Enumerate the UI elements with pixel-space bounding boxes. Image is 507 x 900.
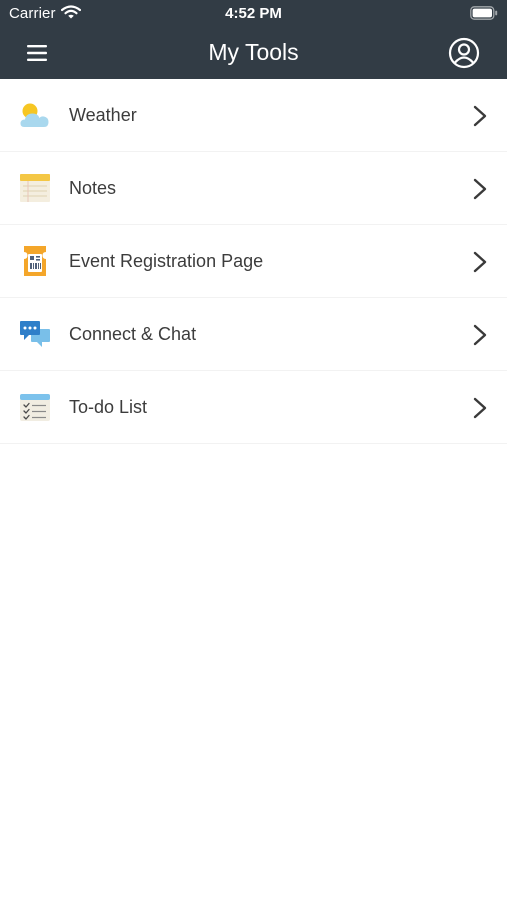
notes-icon bbox=[19, 172, 51, 204]
app-header: Carrier 4:52 PM My Tools bbox=[0, 0, 507, 79]
profile-button[interactable] bbox=[444, 35, 484, 71]
status-time: 4:52 PM bbox=[225, 5, 282, 22]
status-bar: Carrier 4:52 PM bbox=[0, 0, 507, 28]
chevron-right-icon bbox=[471, 177, 489, 201]
chevron-right-icon bbox=[471, 104, 489, 128]
tool-label: Connect & Chat bbox=[69, 324, 197, 344]
page-title: My Tools bbox=[208, 39, 299, 65]
weather-icon bbox=[19, 99, 51, 131]
tool-label: Notes bbox=[69, 178, 117, 198]
tool-row-event-registration[interactable]: Event Registration Page bbox=[0, 225, 507, 298]
nav-bar: My Tools bbox=[0, 28, 507, 79]
battery-icon bbox=[470, 6, 498, 20]
chat-icon bbox=[19, 318, 51, 350]
tools-list: Weather Notes Event Registration Page Co… bbox=[0, 79, 507, 444]
user-circle-icon bbox=[448, 37, 480, 69]
tool-label: Event Registration Page bbox=[69, 251, 264, 271]
tool-row-todo-list[interactable]: To-do List bbox=[0, 371, 507, 444]
tool-row-connect-chat[interactable]: Connect & Chat bbox=[0, 298, 507, 371]
ticket-icon bbox=[19, 245, 51, 277]
chevron-right-icon bbox=[471, 250, 489, 274]
tool-row-notes[interactable]: Notes bbox=[0, 152, 507, 225]
checklist-icon bbox=[19, 391, 51, 423]
tool-label: To-do List bbox=[69, 397, 148, 417]
chevron-right-icon bbox=[471, 323, 489, 347]
chevron-right-icon bbox=[471, 396, 489, 420]
tool-row-weather[interactable]: Weather bbox=[0, 79, 507, 152]
tool-label: Weather bbox=[69, 105, 137, 125]
